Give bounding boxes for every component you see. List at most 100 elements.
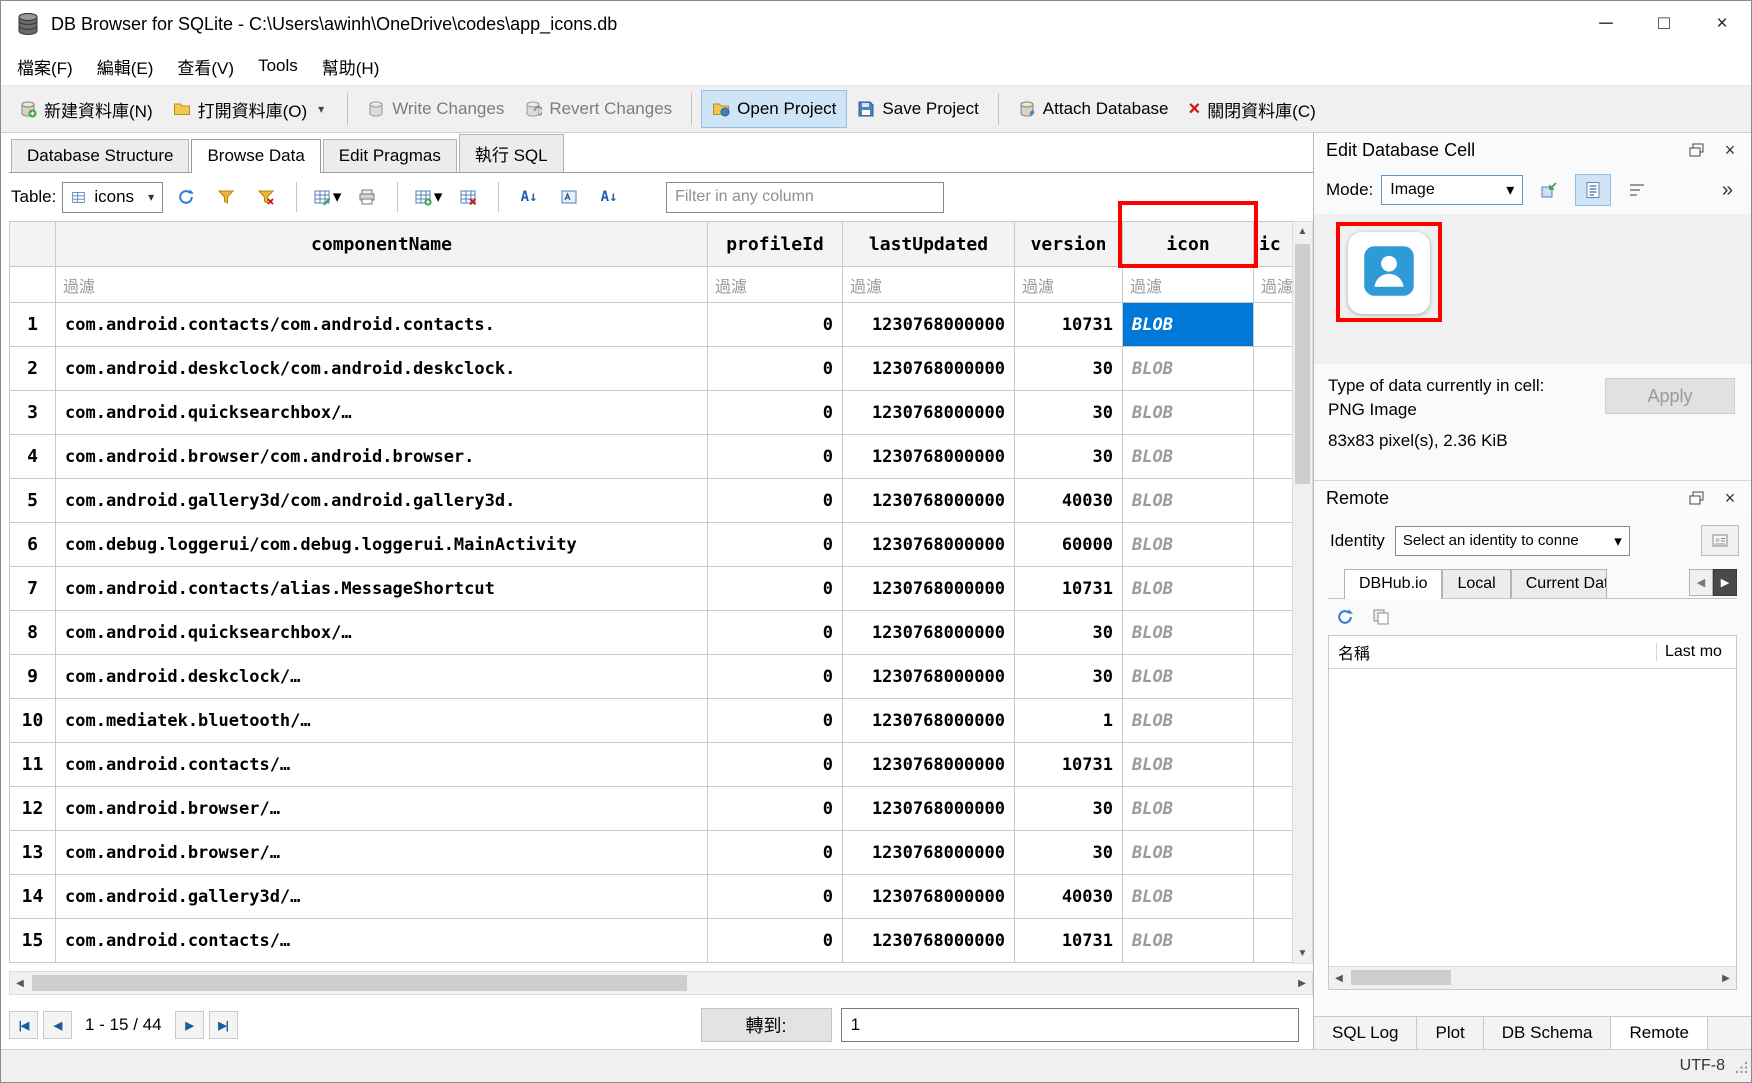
cell-lastupdated[interactable]: 1230768000000 — [843, 435, 1015, 479]
cell-icon-blob[interactable]: BLOB — [1123, 831, 1254, 875]
cell-partial[interactable] — [1254, 435, 1293, 479]
cell-partial[interactable] — [1254, 743, 1293, 787]
print-button[interactable] — [350, 181, 384, 213]
cell-lastupdated[interactable]: 1230768000000 — [843, 303, 1015, 347]
cell-version[interactable]: 40030 — [1015, 875, 1123, 919]
save-project-button[interactable]: Save Project — [847, 91, 988, 127]
cell-profileid[interactable]: 0 — [708, 391, 843, 435]
grid-vscroll-thumb[interactable] — [1295, 244, 1310, 484]
remote-table-body[interactable] — [1329, 669, 1736, 966]
delete-record-button[interactable] — [451, 181, 485, 213]
cell-lastupdated[interactable]: 1230768000000 — [843, 919, 1015, 963]
open-database-chevron-down-icon[interactable]: ▾ — [314, 102, 328, 116]
import-export-button[interactable] — [1531, 174, 1567, 206]
float-panel-icon[interactable] — [1687, 142, 1705, 160]
cell-profileid[interactable]: 0 — [708, 611, 843, 655]
cell-lastupdated[interactable]: 1230768000000 — [843, 523, 1015, 567]
tab-scroll-right-icon[interactable]: ▶ — [1713, 569, 1737, 596]
cell-profileid[interactable]: 0 — [708, 699, 843, 743]
cell-componentname[interactable]: com.mediatek.bluetooth/… — [56, 699, 708, 743]
cell-version[interactable]: 30 — [1015, 831, 1123, 875]
cell-partial[interactable] — [1254, 523, 1293, 567]
cell-componentname[interactable]: com.android.deskclock/com.android.deskcl… — [56, 347, 708, 391]
cell-icon-blob[interactable]: BLOB — [1123, 567, 1254, 611]
menu-file[interactable]: 檔案(F) — [5, 48, 85, 85]
cell-componentname[interactable]: com.debug.loggerui/com.debug.loggerui.Ma… — [56, 523, 708, 567]
row-number[interactable]: 8 — [10, 611, 56, 655]
cell-lastupdated[interactable]: 1230768000000 — [843, 611, 1015, 655]
tab-sql-log[interactable]: SQL Log — [1314, 1017, 1417, 1049]
scroll-right-icon[interactable]: ▶ — [1716, 967, 1736, 989]
row-number[interactable]: 12 — [10, 787, 56, 831]
row-number[interactable]: 3 — [10, 391, 56, 435]
cell-lastupdated[interactable]: 1230768000000 — [843, 831, 1015, 875]
scroll-left-icon[interactable]: ◀ — [10, 972, 30, 994]
cell-lastupdated[interactable]: 1230768000000 — [843, 347, 1015, 391]
goto-record-input[interactable] — [841, 1008, 1299, 1042]
cell-componentname[interactable]: com.android.quicksearchbox/… — [56, 391, 708, 435]
cell-version[interactable]: 1 — [1015, 699, 1123, 743]
tab-remote[interactable]: Remote — [1611, 1016, 1708, 1049]
cell-lastupdated[interactable]: 1230768000000 — [843, 875, 1015, 919]
cell-partial[interactable] — [1254, 303, 1293, 347]
menu-view[interactable]: 查看(V) — [165, 48, 246, 85]
scroll-up-icon[interactable]: ▲ — [1293, 226, 1312, 237]
cell-icon-blob[interactable]: BLOB — [1123, 875, 1254, 919]
cell-profileid[interactable]: 0 — [708, 479, 843, 523]
row-number[interactable]: 13 — [10, 831, 56, 875]
cell-profileid[interactable]: 0 — [708, 347, 843, 391]
cell-version[interactable]: 30 — [1015, 655, 1123, 699]
cell-profileid[interactable]: 0 — [708, 743, 843, 787]
import-certificate-button[interactable] — [1701, 525, 1739, 556]
cell-icon-blob[interactable]: BLOB — [1123, 919, 1254, 963]
clear-filter-button[interactable] — [249, 181, 283, 213]
cell-componentname[interactable]: com.android.gallery3d/com.android.galler… — [56, 479, 708, 523]
cell-componentname[interactable]: com.android.browser/… — [56, 787, 708, 831]
encoding-label[interactable]: UTF-8 — [1680, 1057, 1725, 1075]
remote-horizontal-scrollbar[interactable]: ◀ ▶ — [1329, 966, 1736, 989]
cell-icon-blob[interactable]: BLOB — [1123, 699, 1254, 743]
menu-tools[interactable]: Tools — [246, 50, 310, 82]
previous-page-button[interactable]: ◀ — [43, 1011, 72, 1039]
grid-horizontal-scrollbar[interactable]: ◀ ▶ — [9, 971, 1313, 995]
remote-hscroll-thumb[interactable] — [1351, 970, 1451, 985]
cell-profileid[interactable]: 0 — [708, 567, 843, 611]
identity-select[interactable]: Select an identity to conne ▾ — [1395, 526, 1630, 556]
open-database-button[interactable]: 打開資料庫(O) ▾ — [163, 89, 339, 130]
cell-icon-blob[interactable]: BLOB — [1123, 523, 1254, 567]
cell-partial[interactable] — [1254, 875, 1293, 919]
cell-componentname[interactable]: com.android.contacts/… — [56, 743, 708, 787]
tab-edit-pragmas[interactable]: Edit Pragmas — [323, 139, 457, 172]
table-select[interactable]: icons ▾ — [62, 182, 163, 213]
row-number[interactable]: 11 — [10, 743, 56, 787]
cell-lastupdated[interactable]: 1230768000000 — [843, 699, 1015, 743]
cell-lastupdated[interactable]: 1230768000000 — [843, 567, 1015, 611]
cell-componentname[interactable]: com.android.gallery3d/… — [56, 875, 708, 919]
scroll-right-icon[interactable]: ▶ — [1292, 972, 1312, 994]
cell-partial[interactable] — [1254, 479, 1293, 523]
cell-componentname[interactable]: com.android.quicksearchbox/… — [56, 611, 708, 655]
row-number[interactable]: 1 — [10, 303, 56, 347]
close-panel-icon[interactable]: × — [1721, 142, 1739, 160]
cell-version[interactable]: 10731 — [1015, 567, 1123, 611]
cell-partial[interactable] — [1254, 787, 1293, 831]
cell-profileid[interactable]: 0 — [708, 655, 843, 699]
row-number[interactable]: 7 — [10, 567, 56, 611]
float-panel-icon[interactable] — [1687, 490, 1705, 508]
tab-current-database[interactable]: Current Dat — [1511, 569, 1607, 598]
tab-scroll-left-icon[interactable]: ◀ — [1689, 569, 1713, 596]
cell-componentname[interactable]: com.android.contacts/com.android.contact… — [56, 303, 708, 347]
encoding-button[interactable] — [552, 181, 586, 213]
tab-execute-sql[interactable]: 執行 SQL — [459, 134, 564, 172]
new-database-button[interactable]: 新建資料庫(N) — [9, 89, 163, 130]
cell-profileid[interactable]: 0 — [708, 523, 843, 567]
mode-select[interactable]: Image ▾ — [1381, 175, 1523, 205]
cell-profileid[interactable]: 0 — [708, 831, 843, 875]
clone-database-icon[interactable] — [1372, 608, 1390, 626]
remote-column-name[interactable]: 名稱 — [1329, 640, 1656, 664]
cell-partial[interactable] — [1254, 347, 1293, 391]
filter-cell-version[interactable]: 過濾 — [1015, 267, 1123, 303]
cell-partial[interactable] — [1254, 391, 1293, 435]
row-number[interactable]: 5 — [10, 479, 56, 523]
filter-cell-lastupdated[interactable]: 過濾 — [843, 267, 1015, 303]
